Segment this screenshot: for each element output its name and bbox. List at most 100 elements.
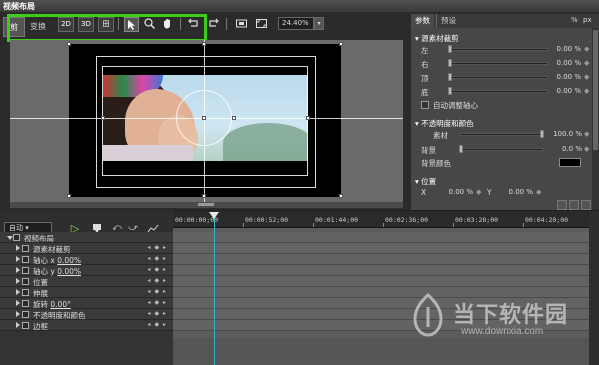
edge-handle[interactable] — [202, 42, 206, 46]
tree-checkbox[interactable] — [22, 278, 29, 285]
expand-arrow-icon[interactable] — [16, 256, 20, 262]
crop-top-slider[interactable] — [448, 76, 548, 79]
tab-presets[interactable]: 预设 — [436, 14, 460, 28]
crop-left-value[interactable]: 0.00 % — [551, 45, 581, 53]
expand-arrow-icon[interactable] — [16, 267, 20, 273]
keyframe-icon[interactable]: ◆ — [584, 145, 589, 153]
tree-checkbox[interactable] — [22, 322, 29, 329]
edge-handle[interactable] — [202, 194, 206, 198]
keyframe-icon[interactable]: ◆ — [476, 188, 481, 196]
preview-splitter[interactable] — [10, 202, 403, 208]
crop-top-thumb[interactable] — [448, 73, 452, 81]
crop-right-thumb[interactable] — [448, 59, 452, 67]
nudge-button[interactable] — [557, 200, 567, 210]
properties-scrollbar[interactable] — [592, 28, 599, 210]
zoom-dropdown-button[interactable]: ▾ — [314, 17, 324, 30]
track-row[interactable] — [173, 254, 589, 265]
corner-handle[interactable] — [339, 194, 343, 198]
unit-pixel-toggle[interactable]: px — [583, 16, 592, 24]
tree-checkbox[interactable] — [13, 234, 20, 241]
redo-icon[interactable] — [206, 17, 221, 32]
keyframe-nav[interactable]: ◂ ◆ ▸ — [148, 299, 167, 306]
tree-item-rotation[interactable]: 旋转 0.00° ◂ ◆ ▸ — [0, 298, 173, 309]
expand-arrow-icon[interactable] — [16, 311, 20, 317]
crop-top-value[interactable]: 0.00 % — [551, 73, 581, 81]
bg-opacity-slider[interactable] — [459, 148, 544, 151]
keyframe-icon[interactable]: ◆ — [584, 87, 589, 95]
bg-color-swatch[interactable] — [559, 158, 581, 167]
crop-bottom-thumb[interactable] — [448, 87, 452, 95]
keyframe-nav[interactable]: ◂ ◆ ▸ — [148, 277, 167, 284]
tree-item-anchor-x[interactable]: 轴心 x 0.00% ◂ ◆ ▸ — [0, 254, 173, 265]
crop-bottom-value[interactable]: 0.00 % — [551, 87, 581, 95]
crop-left-slider[interactable] — [448, 48, 548, 51]
tree-item-video-layout[interactable]: 视频布局 — [0, 232, 173, 243]
tree-item-position[interactable]: 位置 ◂ ◆ ▸ — [0, 276, 173, 287]
pos-y-value[interactable]: 0.00 % — [499, 188, 533, 196]
nudge-button[interactable] — [581, 200, 591, 210]
track-row[interactable] — [173, 232, 589, 243]
keyframe-nav[interactable]: ◂ ◆ ▸ — [148, 266, 167, 273]
playhead-marker[interactable] — [209, 212, 219, 219]
fullscreen-icon[interactable] — [254, 17, 269, 32]
keyframe-icon[interactable]: ◆ — [536, 188, 541, 196]
tree-checkbox[interactable] — [22, 256, 29, 263]
rotate-handle[interactable] — [232, 116, 236, 120]
expand-arrow-icon[interactable] — [16, 245, 20, 251]
tree-checkbox[interactable] — [22, 311, 29, 318]
playhead-line[interactable] — [214, 213, 215, 365]
keyframe-icon[interactable]: ◆ — [584, 59, 589, 67]
nudge-button[interactable] — [569, 200, 579, 210]
expand-arrow-icon[interactable] — [16, 322, 20, 328]
keyframe-nav[interactable]: ◂ ◆ ▸ — [148, 255, 167, 262]
corner-handle[interactable] — [339, 42, 343, 46]
opacity-section-header[interactable]: ▾ 不透明度和颜色 — [415, 118, 474, 129]
position-section-header[interactable]: ▾ 位置 — [415, 176, 436, 187]
crop-right-slider[interactable] — [448, 62, 548, 65]
corner-handle[interactable] — [67, 194, 71, 198]
preview-canvas[interactable] — [10, 40, 403, 202]
track-row[interactable] — [173, 265, 589, 276]
expand-arrow-icon[interactable] — [16, 289, 20, 295]
timeline-ruler[interactable]: 00:00:00;00 00:00:52;00 00:01:44;00 00:0… — [173, 211, 589, 228]
crop-bottom-slider[interactable] — [448, 90, 548, 93]
tree-checkbox[interactable] — [22, 300, 29, 307]
timeline-scrollbar[interactable] — [589, 211, 599, 365]
crop-right-value[interactable]: 0.00 % — [551, 59, 581, 67]
keyframe-icon[interactable]: ◆ — [584, 73, 589, 81]
clip-opacity-thumb[interactable] — [540, 130, 544, 138]
tree-item-anchor-y[interactable]: 轴心 y 0.00% ◂ ◆ ▸ — [0, 265, 173, 276]
tree-item-opacity[interactable]: 不透明度和颜色 ◂ ◆ ▸ — [0, 309, 173, 320]
track-row[interactable] — [173, 243, 589, 254]
keyframe-nav[interactable]: ◂ ◆ ▸ — [148, 310, 167, 317]
tree-item-border[interactable]: 边框 ◂ ◆ ▸ — [0, 320, 173, 331]
expand-arrow-icon[interactable] — [16, 278, 20, 284]
keyframe-icon[interactable]: ◆ — [584, 130, 589, 138]
bg-opacity-value[interactable]: 0.0 % — [548, 145, 582, 153]
tree-item-stretch[interactable]: 伸展 ◂ ◆ ▸ — [0, 287, 173, 298]
tree-checkbox[interactable] — [22, 267, 29, 274]
fit-frame-icon[interactable] — [234, 17, 249, 32]
keyframe-nav[interactable]: ◂ ◆ ▸ — [148, 244, 167, 251]
bg-opacity-thumb[interactable] — [459, 145, 463, 153]
keyframe-icon[interactable]: ◆ — [584, 45, 589, 53]
crop-left-thumb[interactable] — [448, 45, 452, 53]
unit-percent-toggle[interactable]: % — [571, 16, 578, 24]
center-handle[interactable] — [202, 116, 206, 120]
clip-opacity-value[interactable]: 100.0 % — [548, 130, 582, 138]
pos-x-value[interactable]: 0.00 % — [439, 188, 473, 196]
clip-opacity-slider[interactable] — [459, 133, 544, 136]
edge-handle[interactable] — [306, 116, 310, 120]
expand-arrow-icon[interactable] — [16, 300, 20, 306]
tree-checkbox[interactable] — [22, 245, 29, 252]
auto-anchor-checkbox[interactable] — [421, 101, 429, 109]
edge-handle[interactable] — [101, 116, 105, 120]
tab-parameters[interactable]: 参数 — [411, 14, 434, 28]
keyframe-nav[interactable]: ◂ ◆ ▸ — [148, 321, 167, 328]
keyframe-nav[interactable]: ◂ ◆ ▸ — [148, 288, 167, 295]
corner-handle[interactable] — [67, 42, 71, 46]
crop-section-header[interactable]: ▾ 源素材裁剪 — [415, 33, 459, 44]
tree-item-crop[interactable]: 源素材裁剪 ◂ ◆ ▸ — [0, 243, 173, 254]
zoom-field[interactable]: 24.40% — [278, 17, 314, 30]
track-row[interactable] — [173, 276, 589, 287]
